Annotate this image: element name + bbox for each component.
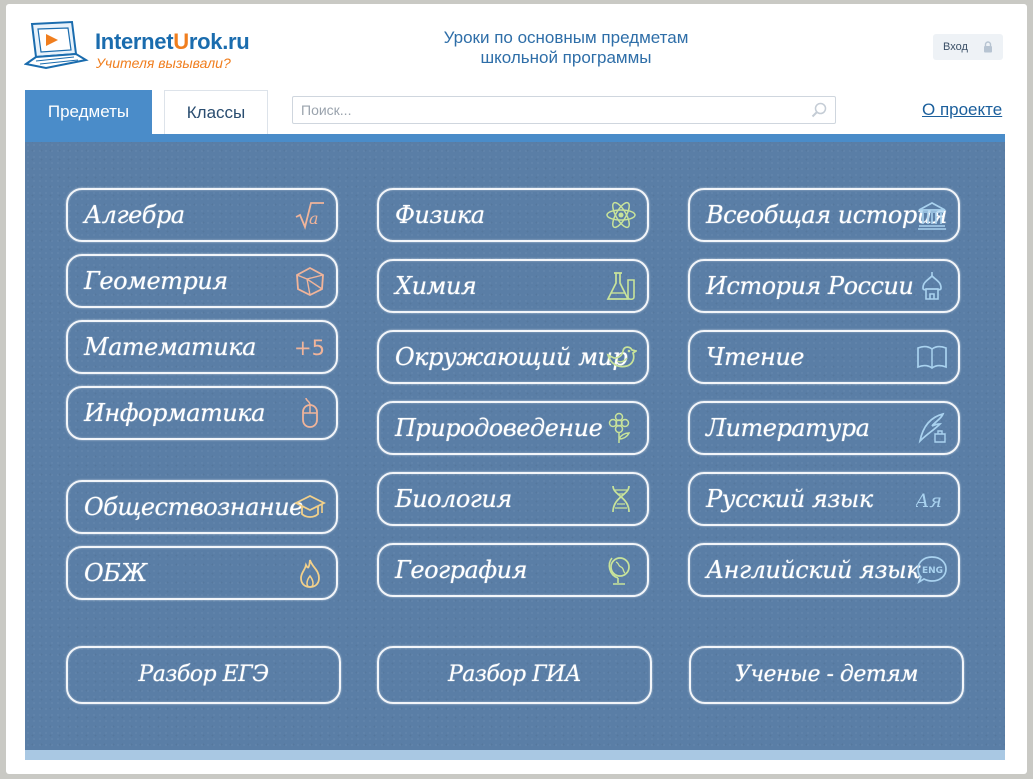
site-logo[interactable]: InternetUrok.ru Учителя вызывали? [24, 20, 264, 80]
svg-text:Ая: Ая [916, 490, 942, 512]
subject-math[interactable]: Математика +5 [66, 320, 338, 374]
site-tagline: Уроки по основным предметам школьной про… [406, 28, 726, 68]
bird-icon [606, 346, 637, 368]
subject-world-around[interactable]: Окружающий мир [377, 330, 649, 384]
about-link[interactable]: О проекте [922, 100, 1002, 120]
subject-label: Информатика [84, 399, 265, 427]
subject-label: Русский язык [706, 485, 873, 513]
svg-text:ENG: ENG [922, 566, 943, 576]
ege-analysis-button[interactable]: Разбор ЕГЭ [66, 646, 341, 704]
board-bottom-strip [25, 750, 1005, 760]
subject-label: История России [706, 272, 914, 300]
eng-bubble-icon: ENG [917, 556, 947, 585]
scientists-to-children-button[interactable]: Ученые - детям [689, 646, 964, 704]
svg-text:a: a [309, 209, 319, 228]
subject-russian-history[interactable]: История России [688, 259, 960, 313]
subject-label: Геометрия [84, 267, 228, 295]
subject-geography[interactable]: География [377, 543, 649, 597]
ege-label: Разбор ЕГЭ [138, 662, 269, 687]
subject-label: Окружающий мир [395, 343, 628, 371]
sqrt-a-icon: a [295, 202, 324, 230]
subject-label: Алгебра [84, 201, 185, 229]
search-box [292, 96, 836, 124]
atom-icon [606, 201, 636, 229]
lock-icon [984, 41, 992, 53]
mouse-icon [302, 397, 318, 428]
subject-label: Обществознание [84, 493, 303, 521]
tab-underline [25, 134, 1005, 142]
page-frame: InternetUrok.ru Учителя вызывали? Уроки … [6, 4, 1027, 774]
plus-five-icon: +5 [294, 336, 325, 360]
quill-icon [918, 412, 946, 444]
tab-subjects[interactable]: Предметы [25, 90, 152, 134]
subject-physics[interactable]: Физика [377, 188, 649, 242]
subject-label: Химия [395, 272, 477, 300]
login-label: Вход [943, 41, 968, 53]
museum-icon [918, 202, 946, 230]
subject-label: Всеобщая история [706, 201, 948, 229]
tab-classes[interactable]: Классы [164, 90, 268, 134]
subject-label: Природоведение [395, 414, 603, 442]
subject-label: Физика [395, 201, 485, 229]
globe-icon [608, 557, 630, 585]
subject-algebra[interactable]: Алгебра a [66, 188, 338, 242]
subject-reading[interactable]: Чтение [688, 330, 960, 384]
dna-icon [612, 485, 630, 513]
subject-russian-language[interactable]: Русский язык Ая [688, 472, 960, 526]
search-input[interactable] [293, 97, 801, 123]
polyhedron-icon [296, 266, 324, 297]
subject-obzh[interactable]: ОБЖ [66, 546, 338, 600]
subject-english-language[interactable]: Английский язык ENG [688, 543, 960, 597]
subject-world-history[interactable]: Всеобщая история [688, 188, 960, 242]
flask-icon [606, 272, 635, 301]
subject-biology[interactable]: Биология [377, 472, 649, 526]
subject-natural-science[interactable]: Природоведение [377, 401, 649, 455]
logo-text: InternetUrok.ru [95, 29, 250, 54]
church-dome-icon [922, 272, 942, 300]
open-book-icon [917, 345, 947, 370]
subject-label: Математика [84, 333, 256, 361]
search-icon[interactable] [811, 102, 827, 118]
subject-literature[interactable]: Литература [688, 401, 960, 455]
login-button[interactable]: Вход [933, 34, 1003, 60]
graduation-cap-icon [294, 494, 326, 518]
flower-icon [608, 412, 631, 443]
svg-text:+5: +5 [294, 336, 325, 360]
subject-label: Литература [706, 414, 870, 442]
subject-label: ОБЖ [84, 559, 147, 587]
subject-label: Чтение [706, 343, 804, 371]
tagline-line-1: Уроки по основным предметам [443, 28, 689, 47]
letters-aya-icon: Ая [916, 490, 942, 512]
fire-icon [300, 559, 320, 588]
subject-label: Английский язык [706, 556, 920, 584]
subject-social-studies[interactable]: Обществознание [66, 480, 338, 534]
scientists-label: Ученые - детям [734, 662, 919, 687]
logo-slogan: Учителя вызывали? [96, 55, 231, 71]
gia-label: Разбор ГИА [447, 662, 582, 687]
subject-informatics[interactable]: Информатика [66, 386, 338, 440]
subject-geometry[interactable]: Геометрия [66, 254, 338, 308]
gia-analysis-button[interactable]: Разбор ГИА [377, 646, 652, 704]
laptop-logo-icon [24, 20, 89, 70]
subject-label: География [395, 556, 527, 584]
subject-label: Биология [395, 485, 512, 513]
subject-chemistry[interactable]: Химия [377, 259, 649, 313]
tagline-line-2: школьной программы [480, 48, 652, 67]
subjects-board: Алгебра a Геометрия Математика +5 Информ… [25, 142, 1005, 750]
